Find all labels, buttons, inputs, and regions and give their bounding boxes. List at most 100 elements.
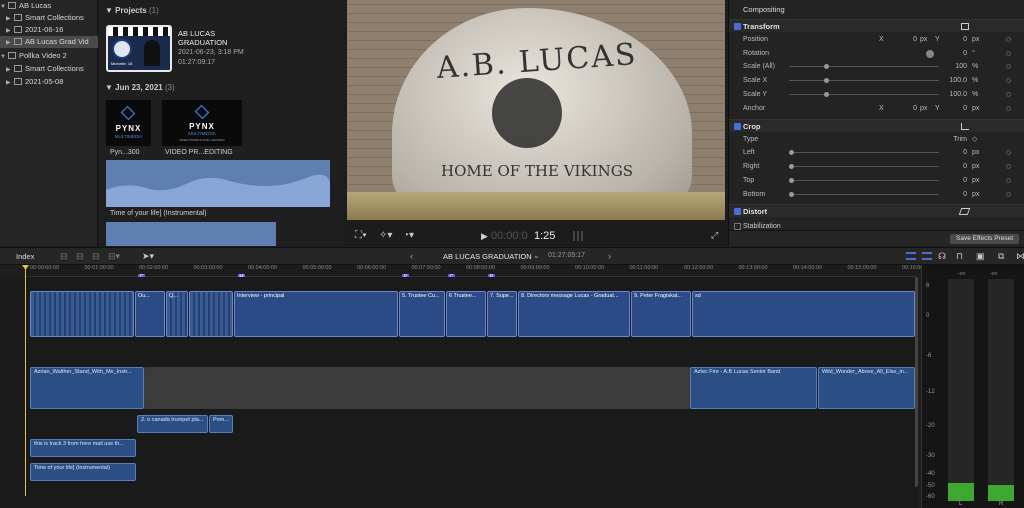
play-icon[interactable]: ▶ [481, 231, 488, 242]
distort-tool-icon[interactable] [958, 208, 971, 215]
keyframe-icon[interactable] [1006, 78, 1011, 83]
save-effects-preset-button[interactable]: Save Effects Preset [950, 234, 1019, 244]
crop-slider[interactable] [789, 166, 939, 167]
select-tool-icon[interactable]: ➤▾ [142, 251, 154, 262]
fullscreen-icon[interactable]: ⤢ [711, 230, 718, 241]
speed-gauge-icon[interactable]: ◔▾ [403, 230, 414, 241]
library-item[interactable]: ▼ Pollka Video 2 [0, 50, 98, 62]
video-clip[interactable]: Interview - principal [234, 291, 398, 337]
keyframe-icon[interactable] [1006, 164, 1011, 169]
timeline-scrollbar[interactable] [915, 277, 918, 487]
project-thumbnail[interactable]: Michelle, 18 [106, 25, 172, 72]
keyframe-icon[interactable] [1006, 64, 1011, 69]
keyframe-icon[interactable] [1006, 106, 1011, 111]
disclosure-triangle-icon[interactable]: ▶ [6, 37, 14, 48]
param-value[interactable]: 100.0 [943, 88, 967, 101]
project-name[interactable]: AB LUCAS GRADUATION [178, 29, 248, 47]
clip-thumbnail-pynx[interactable]: PYNX MULTIMEDIA [106, 100, 151, 146]
transitions-icon[interactable]: ⋈ [1016, 251, 1024, 262]
slider-knob[interactable] [824, 64, 829, 69]
library-item[interactable]: ▶ Smart Collections [0, 63, 98, 75]
param-value[interactable]: 0 [949, 160, 967, 173]
timeline-ruler[interactable]: 00:00:00:00 00:01:00:00 00:02:00:00 00:03:0… [24, 265, 923, 281]
param-value[interactable]: 0 [949, 188, 967, 201]
audio-clip-waveform[interactable] [106, 160, 330, 207]
keyframe-icon[interactable] [1006, 51, 1011, 56]
audio-clip[interactable]: Azrian_Walther_Stand_With_Me_Instr... [30, 367, 144, 409]
disclosure-triangle-icon[interactable]: ▶ [6, 64, 14, 75]
disclosure-triangle-icon[interactable]: ▶ [6, 25, 14, 36]
distort-header[interactable]: Distort [729, 204, 1024, 217]
distort-checkbox[interactable] [734, 208, 741, 215]
connect-clip-icon[interactable]: ⊟ [60, 251, 68, 262]
forward-arrow-icon[interactable]: › [608, 251, 611, 261]
crop-slider[interactable] [789, 180, 939, 181]
projects-header[interactable]: ▼ Projects (1) [105, 6, 159, 15]
crop-slider[interactable] [789, 152, 939, 153]
timecode[interactable]: 1:25 [534, 230, 555, 242]
param-value[interactable]: 0 [899, 102, 917, 115]
crop-type-select[interactable]: Trim [943, 133, 967, 146]
effects-browser-icon[interactable]: ⧉ [998, 251, 1004, 262]
audio-clip[interactable]: Pom... [209, 415, 233, 433]
headphones-icon[interactable]: ☊ [938, 251, 946, 262]
insert-clip-icon[interactable]: ⊟ [76, 251, 84, 262]
library-item[interactable]: ▶ Smart Collections [0, 12, 98, 24]
video-clip[interactable] [189, 291, 233, 337]
audio-clip[interactable]: Time of your life] (Instrumental) [30, 463, 136, 481]
library-item[interactable]: ▶ 2021-06-16 [0, 24, 98, 36]
video-clip[interactable]: 6 Trustee... [446, 291, 486, 337]
playhead[interactable] [25, 265, 26, 496]
index-button[interactable]: Index [16, 252, 34, 261]
audio-clip-waveform[interactable] [106, 222, 276, 246]
chevron-down-icon[interactable]: ⌄ [533, 251, 540, 260]
audio-clip[interactable]: this is track 3 from here mail use th... [30, 439, 136, 457]
video-clip[interactable]: Ou... [135, 291, 165, 337]
param-value[interactable]: 0 [949, 102, 967, 115]
video-clip[interactable]: 9. Peter Fragiskat... [631, 291, 691, 337]
video-clip[interactable] [30, 291, 134, 337]
library-item[interactable]: ▶ AB Lucas Grad Vid [0, 36, 98, 48]
clip-thumbnail-video-production[interactable]: PYNX MULTIMEDIA VIDEO PRODUCTION • EDITI… [162, 100, 242, 146]
onscreen-control-icon[interactable] [961, 23, 969, 30]
video-clip[interactable]: 5. Trustee Cu... [399, 291, 445, 337]
keyframe-icon[interactable] [1006, 37, 1011, 42]
disclosure-triangle-icon[interactable]: ▼ [0, 1, 8, 12]
timeline[interactable]: Ou... Q... Interview - principal 5. Trus… [0, 265, 918, 508]
disclosure-triangle-icon[interactable]: ▼ [0, 51, 8, 62]
slider-knob[interactable] [824, 78, 829, 83]
project-title[interactable]: AB LUCAS GRADUATION [443, 252, 532, 261]
crop-slider[interactable] [789, 194, 939, 195]
viewer-frame[interactable]: A.B. LUCAS HOME OF THE VIKINGS [347, 0, 725, 220]
crop-tool-icon[interactable] [961, 123, 969, 130]
library-item[interactable]: ▶ 2021-05-08 [0, 76, 98, 88]
slider-knob[interactable] [789, 178, 794, 183]
back-arrow-icon[interactable]: ‹ [410, 251, 413, 261]
video-clip[interactable]: Q... [166, 291, 188, 337]
scale-slider[interactable] [789, 94, 939, 95]
keyframe-icon[interactable] [1006, 192, 1011, 197]
keyframe-icon[interactable] [1006, 178, 1011, 183]
slider-knob[interactable] [789, 192, 794, 197]
slider-knob[interactable] [789, 164, 794, 169]
keyframe-icon[interactable] [1006, 92, 1011, 97]
disclosure-triangle-icon[interactable]: ▶ [6, 13, 14, 24]
slider-knob[interactable] [789, 150, 794, 155]
crop-checkbox[interactable] [734, 123, 741, 130]
video-clip[interactable]: sd [692, 291, 915, 337]
transform-tool-icon[interactable]: ⛶▾ [355, 230, 367, 241]
crop-header[interactable]: Crop [729, 119, 1024, 132]
scale-slider[interactable] [789, 80, 939, 81]
video-clip[interactable]: 8. Directors message Lucas - Graduat... [518, 291, 630, 337]
gap-clip[interactable] [144, 367, 690, 409]
snapping-icon[interactable]: ⊓ [956, 251, 963, 262]
audio-skimming-icon[interactable] [922, 252, 932, 260]
slider-knob[interactable] [824, 92, 829, 97]
append-clip-icon[interactable]: ⊟ [92, 251, 100, 262]
scale-slider[interactable] [789, 66, 939, 67]
transform-header[interactable]: Transform [729, 19, 1024, 32]
param-value[interactable]: 100 [949, 60, 967, 73]
disclosure-triangle-icon[interactable]: ▶ [6, 77, 14, 88]
compositing-header[interactable]: Compositing [729, 3, 1024, 16]
param-value[interactable]: 0 [899, 33, 917, 46]
